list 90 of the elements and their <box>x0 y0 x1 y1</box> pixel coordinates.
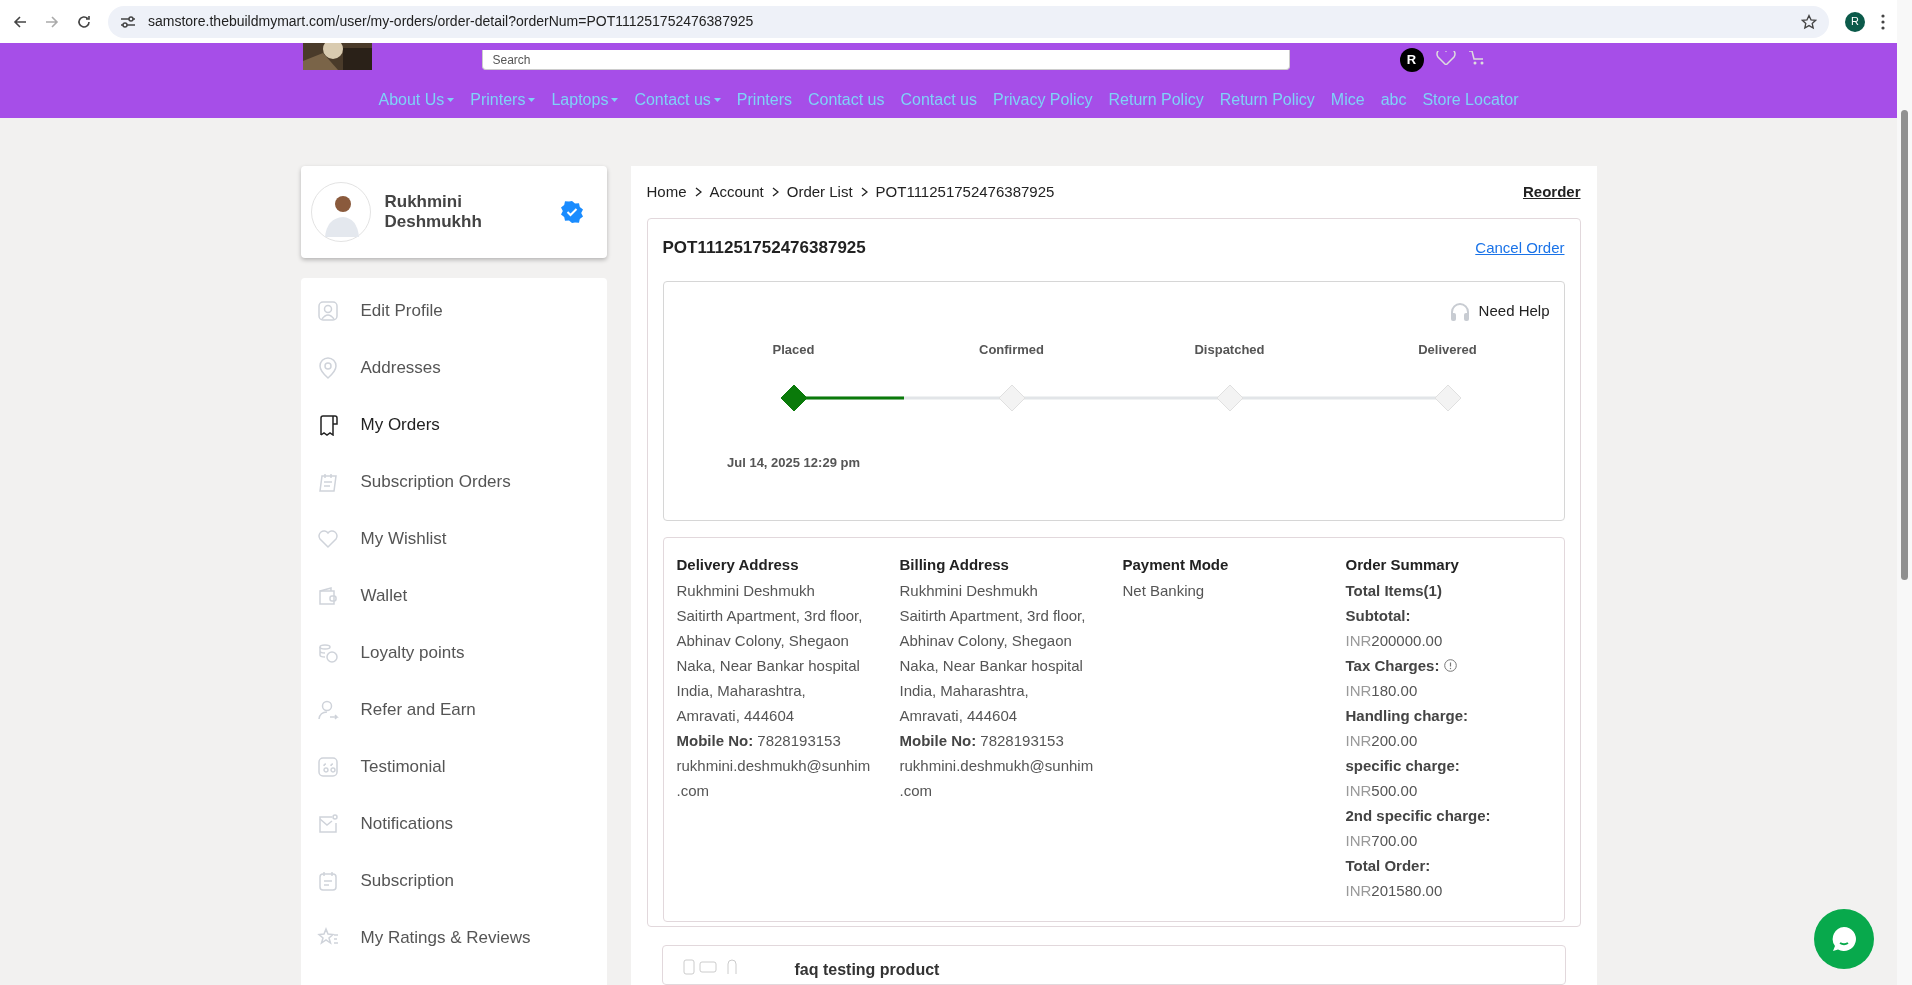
summary-amount: INR200000.00 <box>1345 630 1444 651</box>
step-label: Confirmed <box>979 340 1044 359</box>
address-line: rukhmini.deshmukh@sunhim.com <box>899 755 1095 801</box>
address-line: India, Maharashtra, Amravati, 444604 <box>676 680 807 726</box>
sidebar-item[interactable]: Loyalty points <box>300 624 607 681</box>
column-heading: Delivery Address <box>676 554 800 575</box>
menu-icon[interactable] <box>1881 13 1885 30</box>
address-line: Mobile No: 7828193153 <box>676 730 842 751</box>
address-line: Net Banking <box>1122 580 1206 601</box>
heart-icon <box>316 527 339 550</box>
mail-icon <box>316 812 339 835</box>
chevron-icon <box>860 187 868 197</box>
chevron-icon <box>694 187 702 197</box>
profile-avatar[interactable]: R <box>1845 11 1865 32</box>
breadcrumb-link[interactable]: POT111251752476387925 <box>875 180 1055 204</box>
search-field[interactable]: Search <box>481 50 1290 70</box>
breadcrumb-link[interactable]: Order List <box>786 180 853 204</box>
sidebar-item[interactable]: Refer and Earn <box>300 681 607 738</box>
breadcrumb-link[interactable]: Account <box>709 180 764 204</box>
summary-label: specific charge: <box>1345 755 1460 776</box>
column-heading: Order Summary <box>1345 554 1460 575</box>
summary-label: Handling charge: <box>1345 705 1468 726</box>
caret-icon <box>528 98 536 102</box>
step-label: Delivered <box>1418 340 1477 359</box>
address-line: Saitirth Apartment, 3rd floor, Abhinav Colony, Shegaon Naka, Near Bankar hospital <box>676 605 864 676</box>
sidebar-item[interactable]: My Ratings & Reviews <box>300 909 607 966</box>
account-avatar[interactable]: R <box>1399 48 1424 72</box>
sidebar-item[interactable]: Testimonial <box>300 738 607 795</box>
cart-icon[interactable] <box>1467 51 1486 65</box>
cancel-order-link[interactable]: Cancel Order <box>1475 236 1565 259</box>
summary-label: 2nd specific charge: <box>1345 805 1491 826</box>
sidebar-item[interactable]: Edit Profile <box>300 282 607 339</box>
chat-button[interactable] <box>1814 909 1874 969</box>
summary-label: Subtotal: <box>1345 605 1411 626</box>
breadcrumb-link[interactable]: Home <box>646 180 687 204</box>
summary-amount: INR200.00 <box>1345 730 1419 751</box>
chevron-icon <box>771 187 779 197</box>
need-help-link[interactable]: Need Help <box>1478 299 1550 322</box>
pin-icon <box>316 356 339 379</box>
reorder-link[interactable]: Reorder <box>1522 180 1581 204</box>
sidebar-item[interactable]: My Wishlist <box>300 510 607 567</box>
wallet-icon <box>316 584 339 607</box>
info-icon[interactable] <box>1444 658 1458 672</box>
address-bar[interactable]: samstore.thebuildmymart.com/user/my-orders/order-detail?orderNum=POT111251752476387925 <box>108 5 1829 38</box>
caret-icon <box>713 98 721 102</box>
address-line: Rukhmini Deshmukh <box>676 580 816 601</box>
sidebar-item[interactable]: Addresses <box>300 339 607 396</box>
profile-name: Rukhmini Deshmukhh <box>384 192 483 232</box>
sidebar-item[interactable]: Subscription <box>300 852 607 909</box>
caret-icon <box>611 98 619 102</box>
headphones-icon <box>1448 300 1471 321</box>
sidebar-item[interactable]: Wallet <box>300 567 607 624</box>
sidebar-item[interactable]: Notifications <box>300 795 607 852</box>
sidebar-item[interactable]: Subscription Orders <box>300 453 607 510</box>
sidebar-item[interactable]: My Orders <box>300 396 607 453</box>
chat-bubble-icon <box>1830 925 1858 953</box>
address-line: Mobile No: 7828193153 <box>899 730 1065 751</box>
step-label: Dispatched <box>1194 340 1265 359</box>
scrollbar[interactable] <box>1897 0 1912 985</box>
refer-icon <box>316 698 339 721</box>
reload-icon[interactable] <box>76 13 92 30</box>
address-line: rukhmini.deshmukh@sunhim.com <box>676 755 872 801</box>
summary-amount: INR700.00 <box>1345 830 1419 851</box>
quote-icon <box>316 755 339 778</box>
url-text: samstore.thebuildmymart.com/user/my-orders/order-detail?orderNum=POT111251752476387925 <box>148 12 755 31</box>
caret-icon <box>447 98 455 102</box>
address-line: Saitirth Apartment, 3rd floor, Abhinav Colony, Shegaon Naka, Near Bankar hospital <box>899 605 1087 676</box>
summary-text: Total Items(1) <box>1345 580 1443 601</box>
coins-icon <box>316 641 339 664</box>
user-icon <box>316 299 339 322</box>
column-heading: Billing Address <box>899 554 1010 575</box>
bookmark-star-icon[interactable] <box>1801 13 1817 30</box>
summary-label: Total Order: <box>1345 855 1431 876</box>
summary-amount: INR201580.00 <box>1345 880 1444 901</box>
summary-label: Tax Charges: <box>1345 655 1440 676</box>
address-line: India, Maharashtra, Amravati, 444604 <box>899 680 1030 726</box>
avatar <box>310 182 371 242</box>
heart-icon[interactable] <box>1435 51 1456 65</box>
step-date: Jul 14, 2025 12:29 pm <box>727 453 860 472</box>
site-info-icon[interactable] <box>120 14 136 29</box>
step-label: Placed <box>772 340 815 359</box>
forward-icon[interactable] <box>44 13 60 30</box>
address-line: Rukhmini Deshmukh <box>899 580 1039 601</box>
product-name: faq testing product <box>794 959 940 980</box>
summary-amount: INR180.00 <box>1345 680 1419 701</box>
back-icon[interactable] <box>12 13 28 30</box>
note-icon <box>316 869 339 892</box>
summary-amount: INR500.00 <box>1345 780 1419 801</box>
column-heading: Payment Mode <box>1122 554 1230 575</box>
order-number: POT111251752476387925 <box>662 237 866 259</box>
